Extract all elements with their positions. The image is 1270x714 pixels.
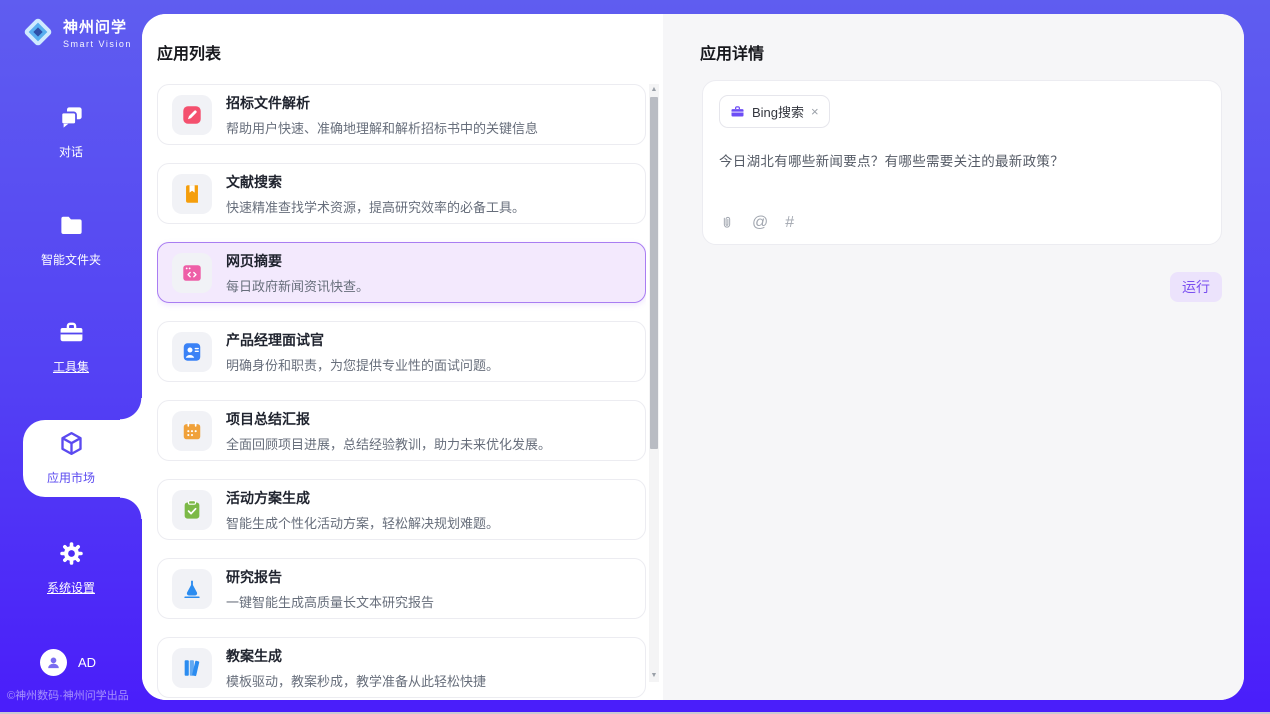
brand-diamond-icon: [20, 14, 56, 50]
calendar-icon: [181, 420, 203, 442]
app-detail-panel: 应用详情 Bing搜索 × 今日湖北有哪些新闻要点？有哪些需要关注的最新政策？ …: [663, 14, 1244, 700]
app-card[interactable]: 项目总结汇报全面回顾项目进展，总结经验教训，助力未来优化发展。: [157, 400, 646, 461]
tool-tag-label: Bing搜索: [752, 102, 804, 121]
interviewer-icon: [181, 341, 203, 363]
app-card[interactable]: 教案生成模板驱动，教案秒成，教学准备从此轻松快捷: [157, 637, 646, 698]
brand-tagline: Smart Vision: [63, 39, 132, 49]
scroll-up-icon[interactable]: ▲: [649, 84, 659, 96]
app-card-desc: 一键智能生成高质量长文本研究报告: [226, 592, 434, 611]
user-avatar: [40, 649, 67, 676]
edit-doc-icon: [181, 104, 203, 126]
app-card-title: 活动方案生成: [226, 488, 499, 508]
user-name: AD: [78, 655, 96, 670]
app-card-desc: 模板驱动，教案秒成，教学准备从此轻松快捷: [226, 671, 486, 690]
folder-icon: [58, 212, 85, 239]
app-card-title: 项目总结汇报: [226, 409, 551, 429]
hash-icon[interactable]: #: [785, 214, 794, 232]
sidebar-item-label: 应用市场: [0, 469, 142, 486]
briefcase-icon: [730, 104, 745, 119]
app-card-title: 文献搜索: [226, 172, 525, 192]
app-icon-box: [172, 490, 212, 530]
app-icon-box: [172, 174, 212, 214]
app-card[interactable]: 产品经理面试官明确身份和职责，为您提供专业性的面试问题。: [157, 321, 646, 382]
app-icon-box: [172, 332, 212, 372]
paperclip-icon: [719, 215, 735, 231]
sidebar: 神州问学 Smart Vision 对话智能文件夹工具集应用市场系统设置 AD …: [0, 0, 142, 714]
app-icon-box: [172, 569, 212, 609]
app-card-title: 网页摘要: [226, 251, 369, 271]
chat-icon: [58, 104, 85, 131]
app-card[interactable]: 研究报告一键智能生成高质量长文本研究报告: [157, 558, 646, 619]
scroll-down-icon[interactable]: ▼: [649, 670, 659, 682]
scrollbar-thumb[interactable]: [650, 97, 658, 449]
user-account[interactable]: AD: [40, 649, 96, 676]
gear-icon: [58, 540, 85, 567]
app-card-desc: 智能生成个性化活动方案，轻松解决规划难题。: [226, 513, 499, 532]
book-icon: [181, 183, 203, 205]
sidebar-item-label: 对话: [0, 143, 142, 160]
content-shell: 应用列表 招标文件解析帮助用户快速、准确地理解和解析招标书中的关键信息文献搜索快…: [142, 14, 1244, 700]
tool-tag-bing[interactable]: Bing搜索 ×: [719, 95, 830, 128]
app-card-title: 教案生成: [226, 646, 486, 666]
at-icon[interactable]: @: [752, 214, 768, 232]
app-card-desc: 帮助用户快速、准确地理解和解析招标书中的关键信息: [226, 118, 538, 137]
sidebar-item-app-market[interactable]: 应用市场: [0, 430, 142, 486]
sidebar-item-smart-folder[interactable]: 智能文件夹: [0, 212, 142, 268]
app-icon-box: [172, 253, 212, 293]
paperclip-icon[interactable]: [719, 215, 735, 231]
run-button[interactable]: 运行: [1170, 272, 1222, 302]
app-card-title: 产品经理面试官: [226, 330, 499, 350]
app-card-title: 研究报告: [226, 567, 434, 587]
sidebar-item-settings[interactable]: 系统设置: [0, 540, 142, 596]
app-list-panel: 应用列表 招标文件解析帮助用户快速、准确地理解和解析招标书中的关键信息文献搜索快…: [142, 14, 663, 700]
app-card-desc: 全面回顾项目进展，总结经验教训，助力未来优化发展。: [226, 434, 551, 453]
app-detail-title: 应用详情: [700, 40, 764, 64]
clipboard-check-icon: [181, 499, 203, 521]
editor-toolbar: @#: [719, 214, 794, 232]
app-card-title: 招标文件解析: [226, 93, 538, 113]
browser-code-icon: [181, 262, 203, 284]
app-card[interactable]: 招标文件解析帮助用户快速、准确地理解和解析招标书中的关键信息: [157, 84, 646, 145]
brand-logo: 神州问学 Smart Vision: [20, 14, 132, 50]
app-card-list: 招标文件解析帮助用户快速、准确地理解和解析招标书中的关键信息文献搜索快速精准查找…: [157, 84, 646, 700]
app-icon-box: [172, 95, 212, 135]
app-card-desc: 快速精准查找学术资源，提高研究效率的必备工具。: [226, 197, 525, 216]
books-icon: [181, 657, 203, 679]
tag-close-icon[interactable]: ×: [811, 105, 819, 118]
app-icon-box: [172, 648, 212, 688]
scrollbar[interactable]: ▲ ▼: [649, 84, 659, 682]
sidebar-item-label: 智能文件夹: [0, 251, 142, 268]
query-text[interactable]: 今日湖北有哪些新闻要点？有哪些需要关注的最新政策？: [719, 150, 1205, 170]
sidebar-item-chat[interactable]: 对话: [0, 104, 142, 160]
app-icon-box: [172, 411, 212, 451]
copyright-text: ©神州数码·神州问学出品: [7, 687, 129, 703]
brand-name: 神州问学: [63, 16, 132, 37]
toolbox-icon: [58, 319, 85, 346]
prompt-editor-card[interactable]: Bing搜索 × 今日湖北有哪些新闻要点？有哪些需要关注的最新政策？ @#: [702, 80, 1222, 245]
app-card-desc: 明确身份和职责，为您提供专业性的面试问题。: [226, 355, 499, 374]
research-report-icon: [181, 578, 203, 600]
app-list-title: 应用列表: [157, 40, 221, 64]
sidebar-item-label: 系统设置: [0, 579, 142, 596]
app-card[interactable]: 网页摘要每日政府新闻资讯快查。: [157, 242, 646, 303]
user-icon: [45, 654, 62, 671]
app-card-desc: 每日政府新闻资讯快查。: [226, 276, 369, 295]
app-card[interactable]: 活动方案生成智能生成个性化活动方案，轻松解决规划难题。: [157, 479, 646, 540]
sidebar-item-label: 工具集: [0, 358, 142, 375]
sidebar-item-toolset[interactable]: 工具集: [0, 319, 142, 375]
cube-icon: [58, 430, 85, 457]
app-card[interactable]: 文献搜索快速精准查找学术资源，提高研究效率的必备工具。: [157, 163, 646, 224]
